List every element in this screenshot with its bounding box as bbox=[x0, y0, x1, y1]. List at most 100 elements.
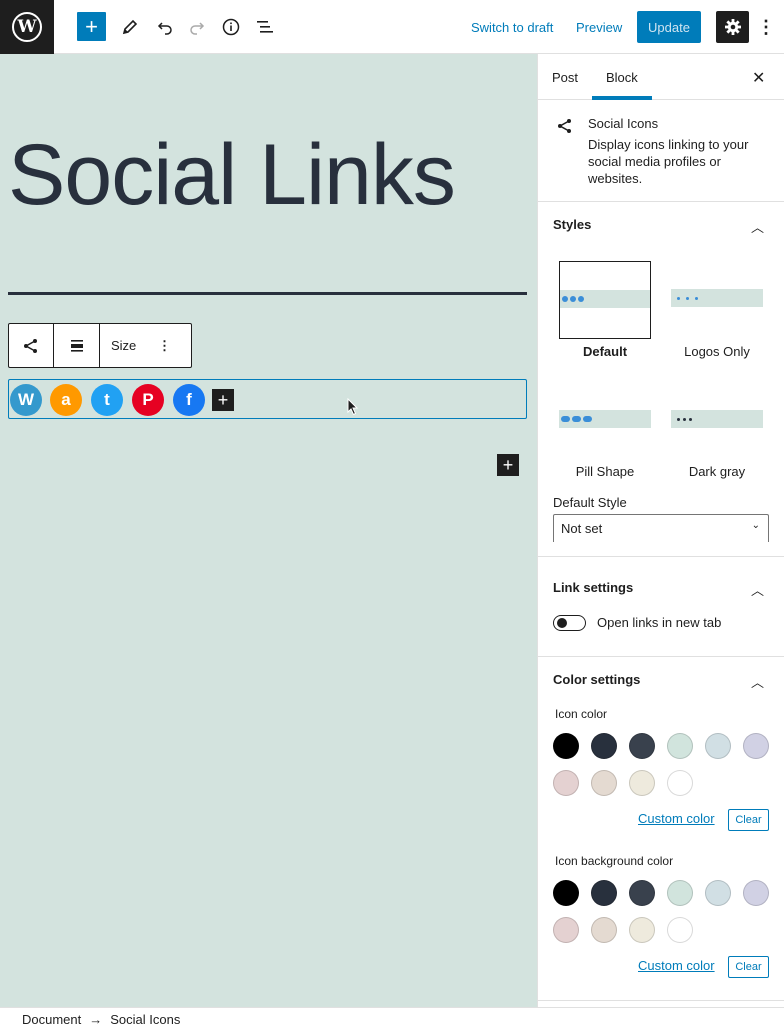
divider bbox=[538, 656, 784, 657]
redo-icon bbox=[190, 22, 205, 35]
separator-block[interactable] bbox=[8, 292, 527, 295]
icon-background-color-swatch[interactable] bbox=[591, 917, 617, 943]
size-label: Size bbox=[111, 338, 137, 353]
icon-color-swatch[interactable] bbox=[667, 770, 693, 796]
sidebar-tabs: Post Block ✕ bbox=[538, 54, 784, 100]
icon-background-color-swatch[interactable] bbox=[667, 880, 693, 906]
icon-color-swatch[interactable] bbox=[553, 733, 579, 759]
facebook-social-icon[interactable]: f bbox=[173, 384, 205, 416]
icon-background-color-swatch[interactable] bbox=[629, 880, 655, 906]
icon-color-swatch[interactable] bbox=[591, 770, 617, 796]
pinterest-icon: P bbox=[142, 390, 154, 409]
wordpress-social-icon[interactable]: W bbox=[10, 384, 42, 416]
update-button[interactable]: Update bbox=[637, 11, 701, 43]
style-option-pill-shape[interactable] bbox=[559, 382, 651, 460]
twitter-social-icon[interactable]: t bbox=[91, 384, 123, 416]
custom-icon-color-link[interactable]: Custom color bbox=[638, 811, 715, 826]
tab-block[interactable]: Block bbox=[606, 70, 638, 85]
size-dropdown[interactable]: Size ⋮ bbox=[100, 324, 191, 367]
icon-color-swatch[interactable] bbox=[629, 733, 655, 759]
amazon-icon: a bbox=[61, 390, 71, 409]
undo-icon bbox=[157, 22, 172, 35]
icon-background-color-swatch[interactable] bbox=[743, 880, 769, 906]
link-settings-heading[interactable]: Link settings bbox=[553, 580, 633, 595]
clear-background-color-button[interactable]: Clear bbox=[728, 956, 769, 978]
icon-color-swatch[interactable] bbox=[705, 733, 731, 759]
icon-color-swatch[interactable] bbox=[591, 733, 617, 759]
facebook-icon: f bbox=[186, 390, 192, 409]
pinterest-social-icon[interactable]: P bbox=[132, 384, 164, 416]
style-option-logos-only[interactable] bbox=[671, 261, 763, 339]
breadcrumb-document[interactable]: Document bbox=[22, 1012, 81, 1027]
redo-button[interactable] bbox=[183, 11, 211, 43]
icon-background-color-swatch[interactable] bbox=[705, 880, 731, 906]
icon-color-swatch[interactable] bbox=[553, 770, 579, 796]
style-option-dark-gray[interactable] bbox=[671, 382, 763, 460]
style-preview bbox=[671, 410, 763, 428]
list-view-button[interactable] bbox=[251, 11, 279, 43]
preview-button[interactable]: Preview bbox=[576, 11, 622, 43]
close-icon[interactable]: ✕ bbox=[752, 68, 765, 88]
add-social-icon-button[interactable]: + bbox=[212, 389, 234, 411]
tools-button[interactable] bbox=[116, 11, 144, 43]
share-icon bbox=[24, 338, 37, 353]
divider bbox=[538, 1000, 784, 1001]
pencil-icon bbox=[122, 19, 138, 35]
icon-background-color-swatch[interactable] bbox=[591, 880, 617, 906]
editor-canvas[interactable]: Social Links Size ⋮ W a t P f + + bbox=[0, 54, 537, 1007]
icon-background-color-swatch[interactable] bbox=[629, 917, 655, 943]
more-options-icon[interactable]: ⋮ bbox=[158, 338, 171, 354]
social-icons-block[interactable]: W a t P f + bbox=[8, 379, 527, 419]
styles-panel-heading[interactable]: Styles bbox=[553, 217, 591, 232]
open-in-new-tab-toggle[interactable] bbox=[553, 615, 586, 631]
amazon-social-icon[interactable]: a bbox=[50, 384, 82, 416]
undo-button[interactable] bbox=[151, 11, 179, 43]
icon-background-color-swatch[interactable] bbox=[553, 880, 579, 906]
switch-to-draft-button[interactable]: Switch to draft bbox=[471, 11, 553, 43]
wordpress-logo[interactable]: W bbox=[0, 0, 54, 54]
details-button[interactable] bbox=[217, 11, 245, 43]
chevron-up-icon[interactable]: ︿ bbox=[751, 580, 764, 599]
settings-sidebar: Post Block ✕ Social Icons Display icons … bbox=[537, 54, 784, 1007]
chevron-up-icon[interactable]: ︿ bbox=[751, 672, 764, 691]
default-style-select[interactable]: Not set ⌄ bbox=[553, 514, 769, 542]
tab-post[interactable]: Post bbox=[552, 70, 578, 85]
align-icon bbox=[70, 339, 83, 352]
list-view-icon bbox=[257, 21, 273, 33]
style-preview bbox=[560, 290, 650, 308]
style-option-default[interactable] bbox=[559, 261, 651, 339]
mouse-cursor-icon bbox=[347, 398, 359, 416]
justification-button[interactable] bbox=[54, 324, 100, 367]
icon-background-color-label: Icon background color bbox=[555, 854, 674, 868]
default-style-label: Default Style bbox=[553, 495, 627, 510]
style-label-logos-only: Logos Only bbox=[684, 344, 750, 359]
chevron-down-icon: ⌄ bbox=[751, 520, 760, 531]
custom-background-color-link[interactable]: Custom color bbox=[638, 958, 715, 973]
block-type-switcher[interactable] bbox=[9, 324, 54, 367]
add-block-button[interactable]: + bbox=[497, 454, 519, 476]
info-icon bbox=[222, 18, 240, 36]
block-card-description: Display icons linking to your social med… bbox=[588, 137, 749, 186]
wordpress-icon: W bbox=[12, 12, 42, 42]
icon-color-swatch[interactable] bbox=[667, 733, 693, 759]
block-toolbar: Size ⋮ bbox=[8, 323, 192, 368]
post-title[interactable]: Social Links bbox=[8, 126, 456, 225]
color-settings-heading[interactable]: Color settings bbox=[553, 672, 640, 687]
icon-color-swatch[interactable] bbox=[629, 770, 655, 796]
block-breadcrumb: Document → Social Icons bbox=[0, 1007, 784, 1031]
block-inserter-button[interactable]: + bbox=[77, 12, 106, 41]
icon-color-swatch[interactable] bbox=[743, 733, 769, 759]
settings-button[interactable] bbox=[716, 11, 749, 43]
style-label-default: Default bbox=[582, 344, 628, 359]
clear-icon-color-button[interactable]: Clear bbox=[728, 809, 769, 831]
style-preview bbox=[559, 410, 651, 428]
options-menu-button[interactable]: ⋮ bbox=[756, 11, 776, 43]
breadcrumb-social-icons[interactable]: Social Icons bbox=[110, 1012, 180, 1027]
icon-background-color-swatch[interactable] bbox=[667, 917, 693, 943]
default-style-value: Not set bbox=[561, 521, 603, 536]
chevron-up-icon[interactable]: ︿ bbox=[751, 217, 764, 236]
style-label-dark-gray: Dark gray bbox=[688, 464, 746, 479]
style-label-pill-shape: Pill Shape bbox=[575, 464, 635, 479]
icon-background-color-swatch[interactable] bbox=[553, 917, 579, 943]
arrow-right-icon: → bbox=[89, 1012, 103, 1027]
